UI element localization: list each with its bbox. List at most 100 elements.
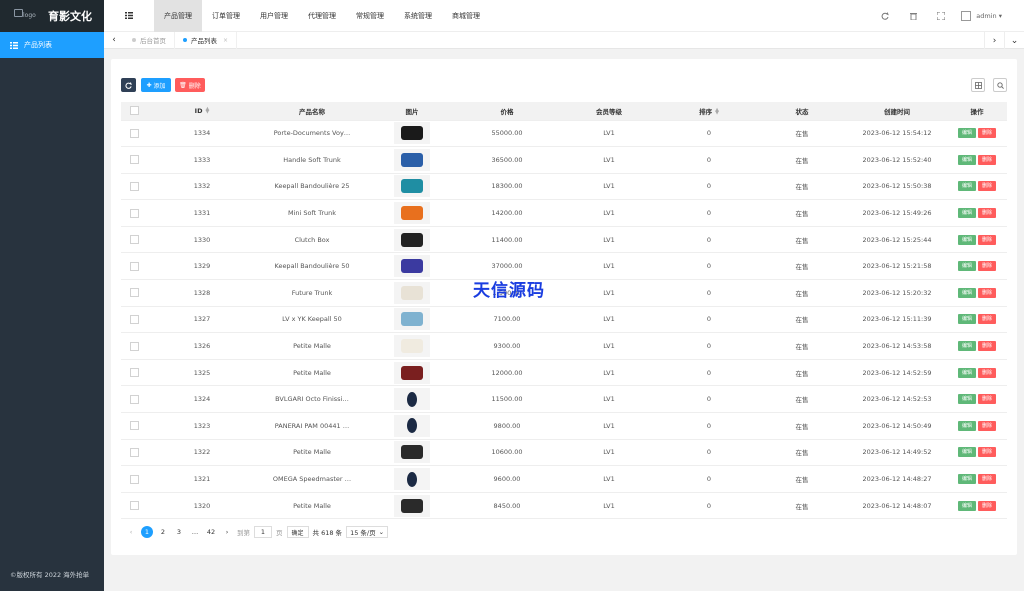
edit-button[interactable]: 编辑 — [958, 181, 976, 192]
delete-row-button[interactable]: 删除 — [978, 394, 996, 405]
nav-general-management[interactable]: 常规管理 — [346, 0, 394, 32]
product-thumbnail[interactable] — [394, 281, 430, 304]
row-checkbox[interactable] — [129, 155, 139, 165]
column-header-sort[interactable]: 排序 ▲ ▼ — [661, 102, 757, 121]
next-page-button[interactable]: › — [221, 526, 233, 538]
sidebar-item-product-list[interactable]: 产品列表 — [0, 32, 104, 58]
product-thumbnail[interactable] — [394, 148, 430, 171]
id-cell: 1326 — [147, 332, 257, 360]
edit-button[interactable]: 编辑 — [958, 500, 976, 511]
delete-button[interactable]: 🗑︎ 删除 — [175, 78, 205, 92]
close-icon[interactable]: × — [223, 37, 228, 44]
delete-row-button[interactable]: 删除 — [978, 261, 996, 272]
product-thumbnail[interactable] — [394, 122, 430, 145]
delete-row-button[interactable]: 删除 — [978, 474, 996, 485]
edit-button[interactable]: 编辑 — [958, 287, 976, 298]
page-button-1[interactable]: 1 — [141, 526, 153, 538]
delete-row-button[interactable]: 删除 — [978, 367, 996, 378]
row-checkbox[interactable] — [129, 501, 139, 511]
delete-row-button[interactable]: 删除 — [978, 128, 996, 139]
product-thumbnail[interactable] — [394, 441, 430, 464]
user-menu[interactable]: admin ▾ — [976, 12, 1002, 20]
row-checkbox[interactable] — [129, 235, 139, 245]
row-checkbox[interactable] — [129, 447, 139, 457]
tab-product-list[interactable]: 产品列表 × — [175, 31, 238, 49]
nav-mall-management[interactable]: 商城管理 — [442, 0, 490, 32]
edit-button[interactable]: 编辑 — [958, 128, 976, 139]
product-thumbnail[interactable] — [394, 202, 430, 225]
nav-user-management[interactable]: 用户管理 — [250, 0, 298, 32]
delete-row-button[interactable]: 删除 — [978, 314, 996, 325]
product-thumbnail[interactable] — [394, 494, 430, 517]
refresh-icon[interactable] — [871, 12, 899, 20]
edit-button[interactable]: 编辑 — [958, 447, 976, 458]
delete-row-button[interactable]: 删除 — [978, 181, 996, 192]
nav-agent-management[interactable]: 代理管理 — [298, 0, 346, 32]
delete-row-button[interactable]: 删除 — [978, 447, 996, 458]
row-checkbox[interactable] — [129, 341, 139, 351]
trash-icon[interactable] — [899, 12, 927, 20]
tab-scroll-right-button[interactable]: › — [984, 32, 1004, 49]
product-thumbnail[interactable] — [394, 468, 430, 491]
product-thumbnail[interactable] — [394, 361, 430, 384]
select-all-checkbox[interactable] — [129, 106, 139, 116]
columns-filter-button[interactable] — [971, 78, 985, 92]
goto-confirm-button[interactable]: 确定 — [286, 526, 309, 538]
row-checkbox[interactable] — [129, 208, 139, 218]
row-checkbox[interactable] — [129, 368, 139, 378]
edit-button[interactable]: 编辑 — [958, 367, 976, 378]
edit-button[interactable]: 编辑 — [958, 261, 976, 272]
sort-icon[interactable]: ▲ ▼ — [715, 107, 719, 115]
delete-row-button[interactable]: 删除 — [978, 341, 996, 352]
row-checkbox[interactable] — [129, 394, 139, 404]
delete-row-button[interactable]: 删除 — [978, 420, 996, 431]
edit-button[interactable]: 编辑 — [958, 208, 976, 219]
product-thumbnail[interactable] — [394, 228, 430, 251]
product-thumbnail[interactable] — [394, 335, 430, 358]
edit-button[interactable]: 编辑 — [958, 474, 976, 485]
refresh-button[interactable] — [121, 78, 136, 92]
product-thumbnail[interactable] — [394, 388, 430, 411]
row-checkbox[interactable] — [129, 128, 139, 138]
delete-row-button[interactable]: 删除 — [978, 154, 996, 165]
delete-row-button[interactable]: 删除 — [978, 208, 996, 219]
edit-button[interactable]: 编辑 — [958, 420, 976, 431]
edit-button[interactable]: 编辑 — [958, 154, 976, 165]
nav-system-management[interactable]: 系统管理 — [394, 0, 442, 32]
prev-page-button[interactable]: ‹ — [125, 526, 137, 538]
row-checkbox[interactable] — [129, 288, 139, 298]
tab-home[interactable]: 后台首页 — [124, 31, 175, 49]
edit-button[interactable]: 编辑 — [958, 234, 976, 245]
add-button[interactable]: ✚ 添加 — [141, 78, 171, 92]
page-button-3[interactable]: 3 — [173, 526, 185, 538]
delete-row-button[interactable]: 删除 — [978, 287, 996, 298]
per-page-select[interactable]: 15 条/页 ⌄ — [346, 526, 389, 538]
row-checkbox[interactable] — [129, 421, 139, 431]
menu-toggle-button[interactable] — [104, 0, 154, 32]
column-header-id[interactable]: ID ▲ ▼ — [147, 102, 257, 121]
product-thumbnail[interactable] — [394, 255, 430, 278]
row-checkbox[interactable] — [129, 474, 139, 484]
edit-button[interactable]: 编辑 — [958, 341, 976, 352]
tab-options-button[interactable]: ⌄ — [1004, 32, 1024, 49]
row-checkbox[interactable] — [129, 314, 139, 324]
product-thumbnail[interactable] — [394, 175, 430, 198]
page-button-2[interactable]: 2 — [157, 526, 169, 538]
nav-product-management[interactable]: 产品管理 — [154, 0, 202, 32]
row-checkbox[interactable] — [129, 261, 139, 271]
sort-icon[interactable]: ▲ ▼ — [205, 106, 209, 114]
avatar[interactable] — [961, 11, 972, 21]
product-thumbnail[interactable] — [394, 308, 430, 331]
product-thumbnail[interactable] — [394, 414, 430, 437]
delete-row-button[interactable]: 删除 — [978, 500, 996, 511]
row-checkbox[interactable] — [129, 181, 139, 191]
edit-button[interactable]: 编辑 — [958, 314, 976, 325]
goto-page-input[interactable]: 1 — [254, 526, 272, 538]
delete-row-button[interactable]: 删除 — [978, 234, 996, 245]
tab-scroll-left-button[interactable]: ‹ — [104, 32, 124, 49]
fullscreen-icon[interactable] — [927, 12, 955, 20]
edit-button[interactable]: 编辑 — [958, 394, 976, 405]
page-button-last[interactable]: 42 — [205, 526, 217, 538]
search-button[interactable] — [993, 78, 1007, 92]
nav-order-management[interactable]: 订单管理 — [202, 0, 250, 32]
